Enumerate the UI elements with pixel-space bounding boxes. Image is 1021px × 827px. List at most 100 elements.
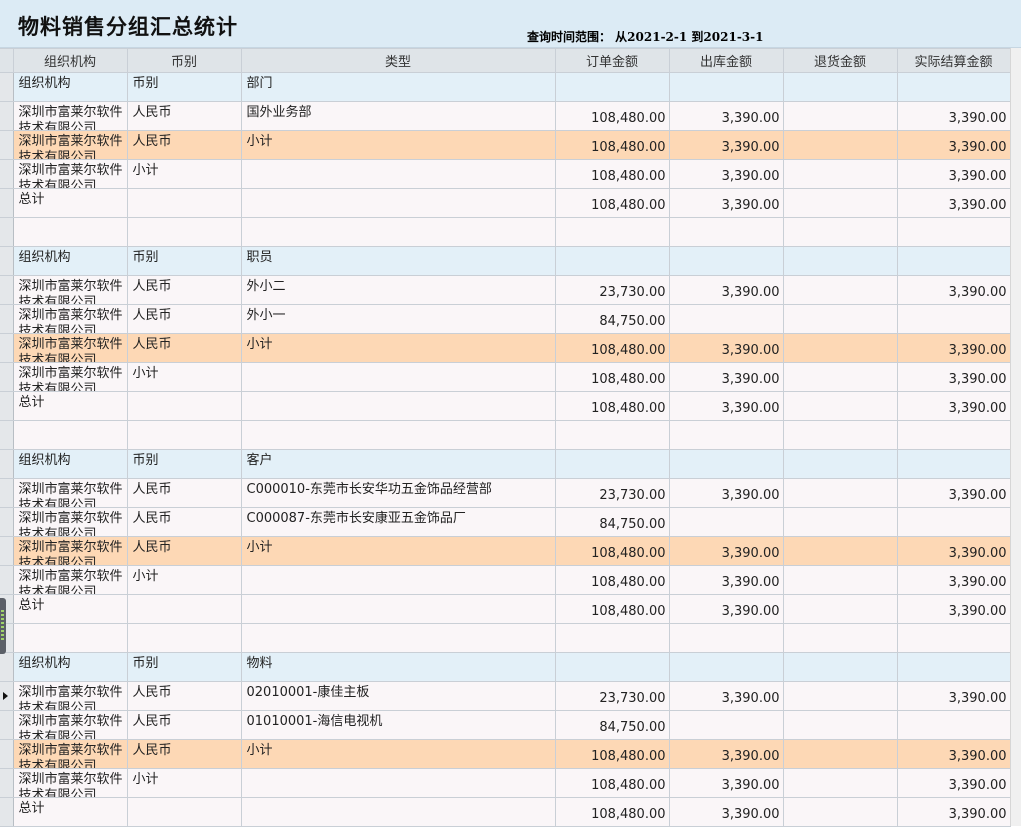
- cell-return-amount[interactable]: [783, 159, 898, 189]
- cell-outbound-amount[interactable]: [669, 449, 784, 479]
- cell-type[interactable]: [241, 768, 556, 798]
- cell-outbound-amount[interactable]: 3,390.00: [669, 739, 784, 769]
- cell-order-amount[interactable]: [555, 449, 670, 479]
- vertical-scrollbar[interactable]: [1010, 48, 1021, 826]
- cell-settled-amount[interactable]: 3,390.00: [897, 101, 1011, 131]
- cell-org[interactable]: 深圳市富莱尔软件技术有限公司: [13, 362, 128, 392]
- cell-settled-amount[interactable]: 3,390.00: [897, 681, 1011, 711]
- cell-return-amount[interactable]: [783, 710, 898, 740]
- cell-type[interactable]: 小计: [241, 739, 556, 769]
- cell-type[interactable]: C000010-东莞市长安华功五金饰品经营部: [241, 478, 556, 508]
- cell-type[interactable]: [241, 362, 556, 392]
- cell-order-amount[interactable]: 84,750.00: [555, 710, 670, 740]
- cell-return-amount[interactable]: [783, 623, 898, 653]
- row-indicator[interactable]: [0, 362, 14, 392]
- table-row[interactable]: [0, 623, 1011, 653]
- cell-order-amount[interactable]: 108,480.00: [555, 536, 670, 566]
- cell-org[interactable]: 深圳市富莱尔软件技术有限公司: [13, 130, 128, 160]
- table-row[interactable]: 深圳市富莱尔软件技术有限公司 小计 108,480.00 3,390.00 3,390.…: [0, 159, 1011, 189]
- cell-currency[interactable]: 币别: [127, 246, 242, 276]
- cell-type[interactable]: 国外业务部: [241, 101, 556, 131]
- table-row[interactable]: 深圳市富莱尔软件技术有限公司 人民币 C000010-东莞市长安华功五金饰品经营部 2…: [0, 478, 1011, 508]
- column-header-org[interactable]: 组织机构: [13, 48, 128, 73]
- cell-outbound-amount[interactable]: [669, 710, 784, 740]
- row-indicator[interactable]: [0, 507, 14, 537]
- cell-outbound-amount[interactable]: 3,390.00: [669, 681, 784, 711]
- cell-return-amount[interactable]: [783, 565, 898, 595]
- cell-return-amount[interactable]: [783, 536, 898, 566]
- table-row[interactable]: 深圳市富莱尔软件技术有限公司 人民币 01010001-海信电视机 84,750.00: [0, 710, 1011, 740]
- cell-return-amount[interactable]: [783, 797, 898, 827]
- table-row[interactable]: 组织机构 币别 部门: [0, 72, 1011, 102]
- row-indicator[interactable]: [0, 420, 14, 450]
- cell-outbound-amount[interactable]: 3,390.00: [669, 594, 784, 624]
- cell-currency[interactable]: [127, 217, 242, 247]
- table-row[interactable]: 总计 108,480.00 3,390.00 3,390.00: [0, 797, 1011, 827]
- cell-settled-amount[interactable]: 3,390.00: [897, 594, 1011, 624]
- table-row[interactable]: 深圳市富莱尔软件技术有限公司 人民币 外小一 84,750.00: [0, 304, 1011, 334]
- cell-type[interactable]: 外小一: [241, 304, 556, 334]
- cell-order-amount[interactable]: 23,730.00: [555, 681, 670, 711]
- cell-return-amount[interactable]: [783, 739, 898, 769]
- cell-org[interactable]: 深圳市富莱尔软件技术有限公司: [13, 304, 128, 334]
- table-row[interactable]: 组织机构 币别 客户: [0, 449, 1011, 479]
- cell-return-amount[interactable]: [783, 362, 898, 392]
- cell-settled-amount[interactable]: [897, 217, 1011, 247]
- cell-order-amount[interactable]: 108,480.00: [555, 362, 670, 392]
- row-indicator[interactable]: [0, 333, 14, 363]
- cell-settled-amount[interactable]: 3,390.00: [897, 159, 1011, 189]
- cell-return-amount[interactable]: [783, 188, 898, 218]
- table-row[interactable]: [0, 420, 1011, 450]
- row-indicator[interactable]: [0, 710, 14, 740]
- column-header-outbound-amount[interactable]: 出库金额: [669, 48, 784, 73]
- cell-outbound-amount[interactable]: [669, 246, 784, 276]
- cell-org[interactable]: 深圳市富莱尔软件技术有限公司: [13, 159, 128, 189]
- column-header-order-amount[interactable]: 订单金额: [555, 48, 670, 73]
- row-indicator[interactable]: [0, 797, 14, 827]
- cell-currency[interactable]: [127, 594, 242, 624]
- cell-currency[interactable]: 人民币: [127, 536, 242, 566]
- cell-outbound-amount[interactable]: 3,390.00: [669, 159, 784, 189]
- cell-type[interactable]: [241, 159, 556, 189]
- table-row[interactable]: 总计 108,480.00 3,390.00 3,390.00: [0, 391, 1011, 421]
- cell-org[interactable]: 深圳市富莱尔软件技术有限公司: [13, 507, 128, 537]
- cell-type[interactable]: 小计: [241, 536, 556, 566]
- cell-order-amount[interactable]: 108,480.00: [555, 391, 670, 421]
- summary-grid[interactable]: 组织机构 币别 类型 订单金额 出库金额 退货金额 实际结算金额 组织机构 币别部…: [0, 48, 1011, 827]
- cell-settled-amount[interactable]: [897, 449, 1011, 479]
- cell-org[interactable]: 深圳市富莱尔软件技术有限公司: [13, 565, 128, 595]
- cell-settled-amount[interactable]: 3,390.00: [897, 797, 1011, 827]
- cell-org[interactable]: 深圳市富莱尔软件技术有限公司: [13, 739, 128, 769]
- cell-return-amount[interactable]: [783, 72, 898, 102]
- cell-org[interactable]: 深圳市富莱尔软件技术有限公司: [13, 478, 128, 508]
- cell-settled-amount[interactable]: 3,390.00: [897, 333, 1011, 363]
- cell-order-amount[interactable]: [555, 623, 670, 653]
- table-row[interactable]: 深圳市富莱尔软件技术有限公司 人民币 小计 108,480.00 3,390.00 3,3…: [0, 333, 1011, 363]
- cell-order-amount[interactable]: 108,480.00: [555, 797, 670, 827]
- table-row[interactable]: 总计 108,480.00 3,390.00 3,390.00: [0, 594, 1011, 624]
- cell-outbound-amount[interactable]: 3,390.00: [669, 362, 784, 392]
- table-row[interactable]: 深圳市富莱尔软件技术有限公司 人民币 国外业务部 108,480.00 3,390.00…: [0, 101, 1011, 131]
- cell-currency[interactable]: 人民币: [127, 478, 242, 508]
- cell-currency[interactable]: 小计: [127, 768, 242, 798]
- cell-return-amount[interactable]: [783, 507, 898, 537]
- side-panel-handle[interactable]: [0, 598, 6, 654]
- cell-order-amount[interactable]: [555, 246, 670, 276]
- cell-type[interactable]: [241, 217, 556, 247]
- table-row[interactable]: 深圳市富莱尔软件技术有限公司 小计 108,480.00 3,390.00 3,390.…: [0, 362, 1011, 392]
- cell-type[interactable]: [241, 391, 556, 421]
- row-indicator[interactable]: [0, 739, 14, 769]
- cell-order-amount[interactable]: 108,480.00: [555, 101, 670, 131]
- cell-currency[interactable]: 币别: [127, 449, 242, 479]
- cell-type[interactable]: [241, 797, 556, 827]
- table-row[interactable]: 深圳市富莱尔软件技术有限公司 人民币 小计 108,480.00 3,390.00 3,3…: [0, 739, 1011, 769]
- column-header-currency[interactable]: 币别: [127, 48, 242, 73]
- cell-currency[interactable]: 人民币: [127, 275, 242, 305]
- cell-org[interactable]: 深圳市富莱尔软件技术有限公司: [13, 768, 128, 798]
- cell-settled-amount[interactable]: [897, 507, 1011, 537]
- cell-outbound-amount[interactable]: 3,390.00: [669, 797, 784, 827]
- cell-return-amount[interactable]: [783, 594, 898, 624]
- cell-org[interactable]: 总计: [13, 391, 128, 421]
- row-indicator[interactable]: [0, 681, 14, 711]
- cell-org[interactable]: [13, 217, 128, 247]
